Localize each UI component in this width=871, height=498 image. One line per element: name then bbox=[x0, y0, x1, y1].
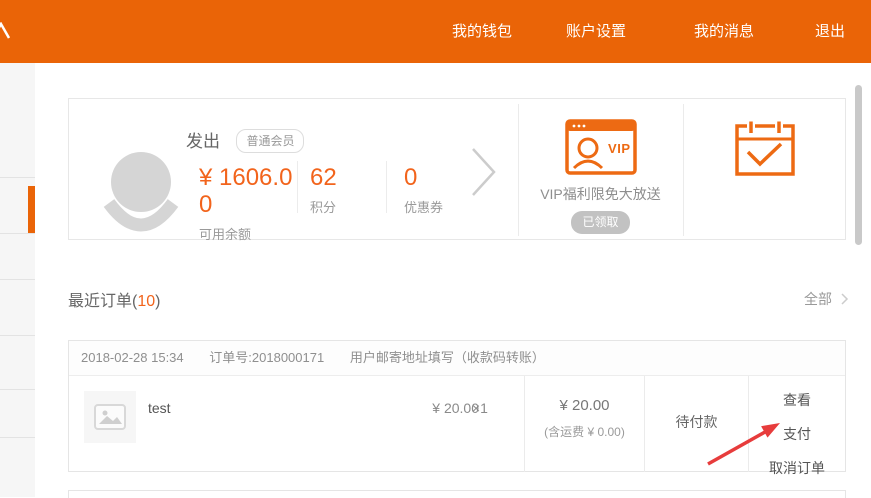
active-indicator bbox=[28, 186, 35, 233]
username: 发出 bbox=[186, 132, 220, 151]
orders-title-text: 最近订单( bbox=[68, 293, 137, 310]
points-value: 62 bbox=[310, 165, 337, 192]
orders-title-close: ) bbox=[155, 293, 160, 310]
order-datetime: 2018-02-28 15:34 bbox=[81, 350, 184, 365]
orders-count: 10 bbox=[137, 293, 155, 310]
recent-orders-title: 最近订单(10) bbox=[68, 287, 160, 311]
order-row: test ¥ 20.00 ×1 ¥ 20.00 (含运费 ¥ 0.00) 待付款… bbox=[69, 376, 845, 472]
order-card: 2018-02-28 15:34 订单号:2018000171 用户邮寄地址填写… bbox=[68, 340, 846, 472]
action-pay[interactable]: 支付 bbox=[749, 424, 845, 444]
product-quantity: ×1 bbox=[472, 400, 488, 416]
user-info-card: 发出 普通会员 ¥ 1606.00 可用余额 62 积分 0 优惠券 bbox=[68, 98, 846, 240]
sidebar-item[interactable] bbox=[0, 336, 35, 390]
total-cell: ¥ 20.00 (含运费 ¥ 0.00) bbox=[524, 376, 644, 472]
nav-my-wallet[interactable]: 我的钱包 bbox=[452, 0, 512, 63]
stat-coupons[interactable]: 0 优惠券 bbox=[404, 165, 443, 216]
points-label: 积分 bbox=[310, 197, 337, 216]
calendar-check-icon bbox=[683, 120, 847, 183]
top-header: 我的钱包 账户设置 我的消息 退出 bbox=[0, 0, 871, 63]
vip-promo[interactable]: VIP VIP福利限免大放送 已领取 bbox=[518, 99, 683, 241]
balance-label: 可用余额 bbox=[199, 224, 299, 243]
coupons-value: 0 bbox=[404, 165, 443, 192]
avatar bbox=[101, 151, 181, 235]
sidebar-item-active[interactable] bbox=[0, 178, 35, 234]
left-sidebar bbox=[0, 63, 35, 497]
calendar-promo[interactable] bbox=[683, 99, 847, 241]
vip-promo-label: VIP福利限免大放送 bbox=[518, 184, 683, 204]
sidebar-item[interactable] bbox=[0, 280, 35, 336]
vip-window-icon: VIP bbox=[565, 119, 637, 175]
nav-account-settings[interactable]: 账户设置 bbox=[566, 0, 626, 63]
scrollbar-thumb[interactable] bbox=[855, 85, 862, 245]
balance-value: ¥ 1606.00 bbox=[199, 165, 299, 219]
stat-points[interactable]: 62 积分 bbox=[310, 165, 337, 216]
coupons-label: 优惠券 bbox=[404, 197, 443, 216]
order-note: 用户邮寄地址填写（收款码转账） bbox=[350, 350, 545, 365]
member-level-badge: 普通会员 bbox=[236, 129, 304, 153]
stat-divider bbox=[297, 161, 298, 213]
claimed-badge[interactable]: 已领取 bbox=[571, 211, 629, 234]
sidebar-item[interactable] bbox=[0, 438, 35, 497]
site-logo-icon[interactable] bbox=[0, 22, 11, 45]
nav-my-messages[interactable]: 我的消息 bbox=[694, 0, 754, 63]
stat-divider bbox=[386, 161, 387, 213]
image-placeholder-icon bbox=[94, 404, 126, 430]
chevron-right-icon[interactable] bbox=[471, 147, 497, 202]
sidebar-item[interactable] bbox=[0, 390, 35, 438]
order-number: 订单号:2018000171 bbox=[209, 350, 324, 365]
view-all-label: 全部 bbox=[804, 291, 832, 307]
sidebar-item[interactable] bbox=[0, 234, 35, 280]
username-row: 发出 普通会员 bbox=[186, 127, 304, 153]
action-cancel-order[interactable]: 取消订单 bbox=[749, 458, 845, 478]
product-cell: test ¥ 20.00 ×1 bbox=[69, 376, 524, 472]
sidebar-item[interactable] bbox=[0, 63, 35, 178]
chevron-right-small-icon bbox=[840, 292, 849, 306]
order-header: 2018-02-28 15:34 订单号:2018000171 用户邮寄地址填写… bbox=[69, 341, 845, 376]
product-thumbnail[interactable] bbox=[84, 391, 136, 443]
nav-logout[interactable]: 退出 bbox=[815, 0, 845, 63]
vip-icon-text: VIP bbox=[608, 141, 630, 156]
order-total: ¥ 20.00 bbox=[525, 397, 644, 414]
order-actions: 查看 支付 取消订单 bbox=[748, 376, 845, 472]
view-all-link[interactable]: 全部 bbox=[804, 289, 849, 309]
action-view[interactable]: 查看 bbox=[749, 390, 845, 410]
order-status: 待付款 bbox=[644, 376, 748, 472]
shipping-note: (含运费 ¥ 0.00) bbox=[525, 423, 644, 440]
stat-balance[interactable]: ¥ 1606.00 可用余额 bbox=[199, 165, 299, 243]
product-name[interactable]: test bbox=[148, 400, 171, 416]
product-price: ¥ 20.00 bbox=[399, 400, 479, 416]
